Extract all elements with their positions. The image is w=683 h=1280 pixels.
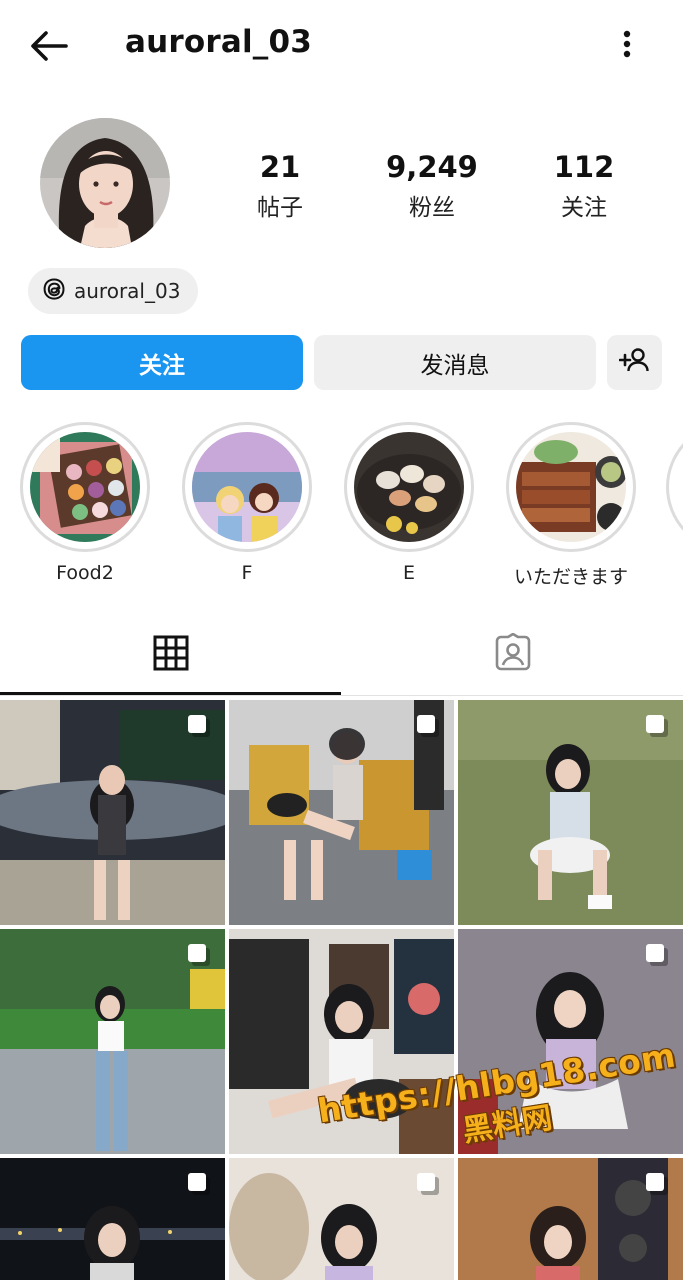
- post-thumbnail[interactable]: [229, 1158, 454, 1280]
- profile-tabs: [0, 615, 683, 697]
- following-count: 112: [553, 150, 615, 184]
- tab-tagged[interactable]: [342, 615, 683, 695]
- highlight-caption: E: [402, 562, 415, 584]
- post-thumbnail[interactable]: [0, 1158, 225, 1280]
- more-options-icon[interactable]: [612, 26, 642, 66]
- followers-label: 粉丝: [409, 195, 455, 221]
- stat-following[interactable]: 112 关注: [519, 150, 649, 222]
- highlight-ring: [182, 422, 312, 552]
- highlight-ring: [506, 422, 636, 552]
- tab-divider: [0, 695, 683, 696]
- highlight-e[interactable]: E: [344, 422, 474, 584]
- post-thumbnail[interactable]: [0, 700, 225, 925]
- follow-button[interactable]: 关注: [21, 335, 303, 390]
- multiple-photos-icon: [414, 1170, 442, 1198]
- post-thumbnail[interactable]: [0, 929, 225, 1154]
- posts-label: 帖子: [257, 195, 303, 221]
- tagged-person-icon: [493, 632, 533, 677]
- post-thumbnail[interactable]: [229, 700, 454, 925]
- profile-username: auroral_03: [125, 24, 313, 60]
- top-bar: auroral_03: [0, 0, 683, 90]
- multiple-photos-icon: [185, 941, 213, 969]
- highlight-caption: F: [241, 562, 253, 584]
- highlight-cover: [192, 432, 302, 542]
- highlight-partial[interactable]: [666, 422, 683, 552]
- grid-icon: [153, 635, 189, 675]
- highlight-caption: Food2: [56, 562, 114, 584]
- suggested-users-button[interactable]: [607, 335, 662, 390]
- highlight-food2[interactable]: Food2: [20, 422, 150, 584]
- threads-icon: [42, 277, 66, 305]
- posts-count: 21: [259, 150, 301, 184]
- highlight-cover: [30, 432, 140, 542]
- post-thumbnail[interactable]: [458, 929, 683, 1154]
- highlight-itadakimasu[interactable]: いただきます: [506, 422, 636, 589]
- threads-handle: auroral_03: [74, 279, 181, 303]
- post-thumbnail[interactable]: [458, 1158, 683, 1280]
- multiple-photos-icon: [643, 1170, 671, 1198]
- highlight-f[interactable]: F: [182, 422, 312, 584]
- highlight-ring: [344, 422, 474, 552]
- highlight-caption: いただきます: [513, 566, 628, 588]
- followers-count: 9,249: [386, 150, 478, 184]
- following-label: 关注: [561, 195, 607, 221]
- tab-posts-grid[interactable]: [0, 615, 341, 695]
- back-arrow-icon[interactable]: [26, 24, 70, 68]
- highlight-ring: [666, 422, 683, 552]
- post-thumbnail[interactable]: [458, 700, 683, 925]
- highlight-cover: [516, 432, 626, 542]
- threads-link[interactable]: auroral_03: [28, 268, 199, 314]
- multiple-photos-icon: [643, 941, 671, 969]
- stat-followers[interactable]: 9,249 粉丝: [367, 150, 497, 222]
- stat-posts[interactable]: 21 帖子: [215, 150, 345, 222]
- highlight-ring: [20, 422, 150, 552]
- multiple-photos-icon: [643, 712, 671, 740]
- add-person-icon: [618, 346, 651, 380]
- message-button[interactable]: 发消息: [314, 335, 596, 390]
- profile-avatar[interactable]: [40, 118, 170, 248]
- post-thumbnail[interactable]: [229, 929, 454, 1154]
- highlight-cover: [354, 432, 464, 542]
- multiple-photos-icon: [414, 712, 442, 740]
- multiple-photos-icon: [185, 1170, 213, 1198]
- multiple-photos-icon: [185, 712, 213, 740]
